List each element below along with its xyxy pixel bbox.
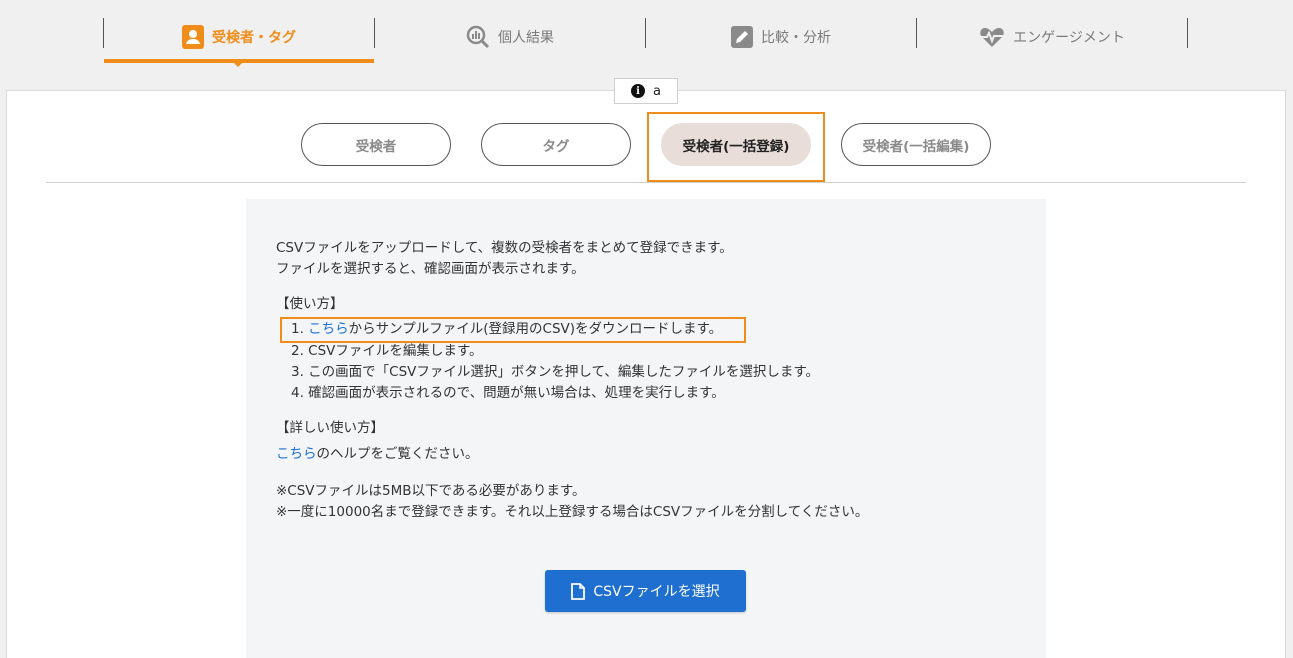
note-text: ※一度に10000名まで登録できます。それ以上登録する場合はCSVファイルを分割… [276,504,869,520]
step-2: 2. CSVファイルを編集します。 [291,343,483,359]
subtab-tags[interactable]: タグ [481,123,631,166]
nav-separator [1187,18,1188,48]
howto-heading: 【使い方】 [276,296,344,312]
nav-tab-examinees-tags[interactable]: 受検者・タグ [104,24,374,50]
nav-tab-label: 個人結果 [498,30,554,46]
help-link[interactable]: こちら [276,446,317,462]
nav-tab-compare-analysis[interactable]: 比較・分析 [646,24,916,50]
nav-tab-label: 受検者・タグ [212,30,296,46]
select-csv-label: CSVファイルを選択 [593,584,720,600]
highlight-box [647,112,825,182]
info-icon: i [631,84,646,98]
intro-text: ファイルを選択すると、確認画面が表示されます。 [276,261,585,277]
subtab-label: 受検者(一括編集) [862,138,970,155]
nav-tab-label: 比較・分析 [761,30,831,46]
active-tab-caret [233,62,243,67]
nav-tab-engagement[interactable]: エンゲージメント [917,24,1187,50]
analytics-search-icon [466,25,490,49]
nav-tab-personal-results[interactable]: 個人結果 [375,24,645,50]
note-text: ※CSVファイルは5MB以下である必要があります。 [276,483,586,499]
contacts-icon [182,25,204,49]
file-icon [571,582,586,600]
highlight-box [280,317,746,343]
subtab-label: 受検者 [355,138,397,155]
step-3: 3. この画面で「CSVファイル選択」ボタンを押して、編集したファイルを選択しま… [291,364,819,380]
heartbeat-icon [979,26,1005,48]
subtab-bulk-edit[interactable]: 受検者(一括編集) [841,123,991,166]
divider [46,182,1246,183]
help-text: のヘルプをご覧ください。 [316,446,479,462]
edit-square-icon [731,26,753,48]
subtab-examinees[interactable]: 受検者 [301,123,451,166]
top-navigation: 受検者・タグ 個人結果 比較・分析 エンゲージメント [0,0,1293,70]
nav-tab-label: エンゲージメント [1013,30,1125,46]
info-tag-label: a [653,83,661,99]
detail-heading: 【詳しい使い方】 [276,420,384,436]
intro-text: CSVファイルをアップロードして、複数の受検者をまとめて登録できます。 [276,240,733,256]
step-4: 4. 確認画面が表示されるので、問題が無い場合は、処理を実行します。 [291,385,725,401]
info-tag[interactable]: i a [614,78,678,104]
select-csv-button[interactable]: CSVファイルを選択 [545,570,746,612]
subtab-label: タグ [542,138,570,155]
help-line: こちらのヘルプをご覧ください。 [276,444,479,465]
